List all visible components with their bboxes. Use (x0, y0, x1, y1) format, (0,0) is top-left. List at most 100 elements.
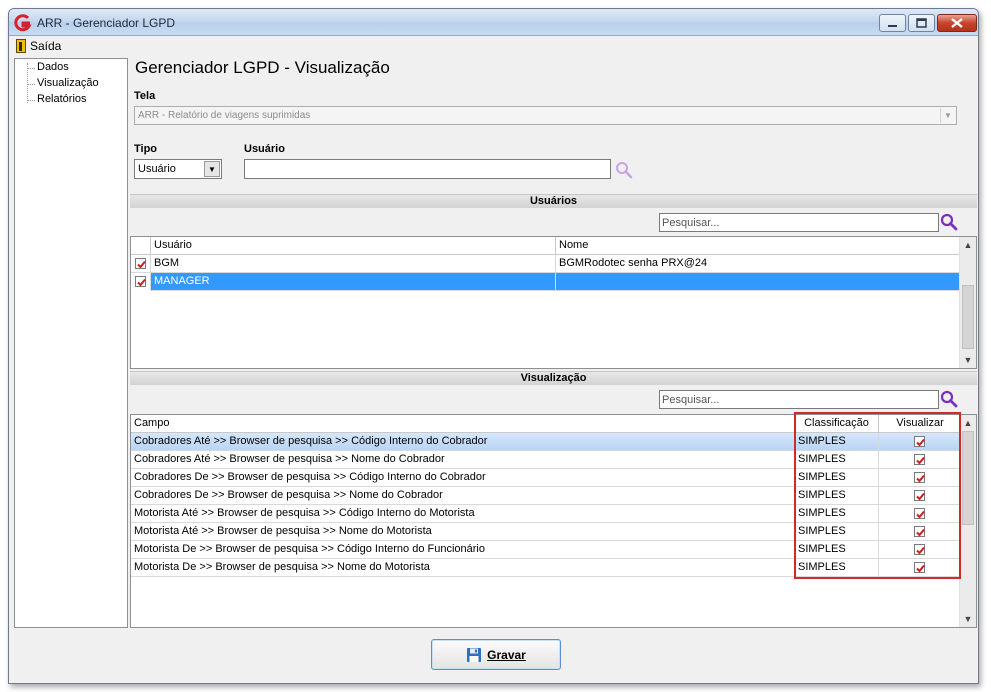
header-campo[interactable]: Campo (131, 415, 795, 433)
users-grid-header: Usuário Nome (131, 237, 961, 255)
classificacao-cell: SIMPLES (795, 523, 879, 541)
view-grid-header: Campo Classificação Visualizar (131, 415, 961, 433)
tela-label: Tela (134, 90, 156, 102)
checkmark-icon (916, 546, 925, 555)
view-scrollbar[interactable]: ▲ ▼ (959, 415, 976, 627)
tree-item-visualizacao[interactable]: Visualização (37, 77, 99, 89)
maximize-button[interactable] (908, 14, 935, 32)
scroll-up-icon[interactable]: ▲ (960, 415, 976, 431)
close-button[interactable] (937, 14, 977, 32)
visualizar-cell (879, 433, 961, 451)
users-grid: Usuário Nome BGM BGMRodotec senha PRX@24… (130, 236, 977, 369)
menu-bar: Saída (9, 36, 978, 56)
users-scrollbar[interactable]: ▲ ▼ (959, 237, 976, 368)
tela-select-value: ARR - Relatório de viagens suprimidas (138, 110, 311, 121)
table-row-selected[interactable]: MANAGER (131, 273, 961, 291)
scroll-thumb[interactable] (962, 431, 974, 525)
campo-cell: Cobradores Até >> Browser de pesquisa >>… (131, 433, 795, 451)
checkmark-icon (916, 456, 925, 465)
scroll-down-icon[interactable]: ▼ (960, 352, 976, 368)
chevron-down-icon: ▼ (204, 161, 220, 177)
menu-exit-label: Saída (30, 39, 62, 53)
campo-cell: Cobradores De >> Browser de pesquisa >> … (131, 469, 795, 487)
table-row[interactable]: Cobradores De >> Browser de pesquisa >> … (131, 469, 961, 487)
visualizar-cell (879, 469, 961, 487)
usuario-input[interactable] (244, 159, 611, 179)
visualizar-checkbox[interactable] (914, 436, 925, 447)
visualizar-cell (879, 487, 961, 505)
checkbox[interactable] (135, 276, 146, 287)
classificacao-cell: SIMPLES (795, 505, 879, 523)
save-button-label: Gravar (487, 647, 526, 662)
header-visualizar[interactable]: Visualizar (879, 415, 961, 433)
visualizar-checkbox[interactable] (914, 544, 925, 555)
checkbox[interactable] (135, 258, 146, 269)
visualizar-cell (879, 505, 961, 523)
table-row[interactable]: Motorista Até >> Browser de pesquisa >> … (131, 523, 961, 541)
campo-cell: Cobradores Até >> Browser de pesquisa >>… (131, 451, 795, 469)
campo-cell: Motorista Até >> Browser de pesquisa >> … (131, 523, 795, 541)
tipo-select-value: Usuário (138, 163, 176, 175)
main-window: ARR - Gerenciador LGPD Saída Dados Visua… (8, 8, 979, 684)
app-logo-icon (14, 14, 32, 32)
checkmark-icon (916, 510, 925, 519)
page-title: Gerenciador LGPD - Visualização (135, 58, 390, 77)
tree-item-relatorios[interactable]: Relatórios (37, 93, 87, 105)
checkmark-icon (137, 278, 146, 287)
search-icon[interactable] (615, 161, 633, 179)
visualizar-checkbox[interactable] (914, 562, 925, 573)
header-usuario[interactable]: Usuário (151, 237, 556, 255)
classificacao-cell: SIMPLES (795, 487, 879, 505)
tela-select[interactable]: ARR - Relatório de viagens suprimidas ▼ (134, 106, 957, 125)
tree-branch (27, 68, 35, 69)
checkmark-icon (916, 474, 925, 483)
tree-item-dados[interactable]: Dados (37, 61, 69, 73)
view-grid: Campo Classificação Visualizar Cobradore… (130, 414, 977, 628)
view-search-input[interactable] (660, 391, 938, 408)
save-button[interactable]: Gravar (431, 639, 561, 670)
maximize-icon (916, 18, 927, 28)
table-row[interactable]: Motorista De >> Browser de pesquisa >> C… (131, 541, 961, 559)
window-title: ARR - Gerenciador LGPD (37, 16, 176, 30)
table-row[interactable]: Motorista De >> Browser de pesquisa >> N… (131, 559, 961, 577)
search-icon[interactable] (940, 213, 958, 231)
header-classificacao[interactable]: Classificação (795, 415, 879, 433)
table-row[interactable]: Cobradores Até >> Browser de pesquisa >>… (131, 433, 961, 451)
users-search-input[interactable] (660, 214, 938, 231)
table-row[interactable]: Cobradores De >> Browser de pesquisa >> … (131, 487, 961, 505)
scroll-up-icon[interactable]: ▲ (960, 237, 976, 253)
visualizar-checkbox[interactable] (914, 490, 925, 501)
menu-exit[interactable]: Saída (16, 38, 61, 54)
exit-door-icon (16, 39, 26, 53)
scroll-thumb[interactable] (962, 285, 974, 349)
search-icon[interactable] (940, 390, 958, 408)
tipo-select[interactable]: Usuário ▼ (134, 159, 222, 179)
campo-cell: Motorista Até >> Browser de pesquisa >> … (131, 505, 795, 523)
view-search-field[interactable] (659, 390, 939, 409)
classificacao-cell: SIMPLES (795, 451, 879, 469)
checkmark-icon (916, 492, 925, 501)
visualizar-checkbox[interactable] (914, 454, 925, 465)
visualizar-checkbox[interactable] (914, 508, 925, 519)
scroll-down-icon[interactable]: ▼ (960, 611, 976, 627)
minimize-button[interactable] (879, 14, 906, 32)
visualizar-checkbox[interactable] (914, 472, 925, 483)
tipo-label: Tipo (134, 143, 158, 155)
usuario-cell: BGM (151, 255, 556, 273)
table-row[interactable]: Cobradores Até >> Browser de pesquisa >>… (131, 451, 961, 469)
visualizar-checkbox[interactable] (914, 526, 925, 537)
checkmark-icon (137, 260, 146, 269)
header-nome[interactable]: Nome (556, 237, 961, 255)
usuario-cell: MANAGER (151, 273, 556, 291)
nome-cell: BGMRodotec senha PRX@24 (559, 257, 708, 269)
table-row[interactable]: BGM BGMRodotec senha PRX@24 (131, 255, 961, 273)
tree-connector (27, 63, 28, 103)
users-search-field[interactable] (659, 213, 939, 232)
nome-cell (556, 273, 961, 291)
users-section-header: Usuários (130, 194, 977, 208)
floppy-disk-icon (467, 647, 482, 662)
title-bar: ARR - Gerenciador LGPD (9, 9, 978, 36)
header-check-column (131, 237, 151, 255)
table-row[interactable]: Motorista Até >> Browser de pesquisa >> … (131, 505, 961, 523)
minimize-icon (888, 25, 897, 27)
